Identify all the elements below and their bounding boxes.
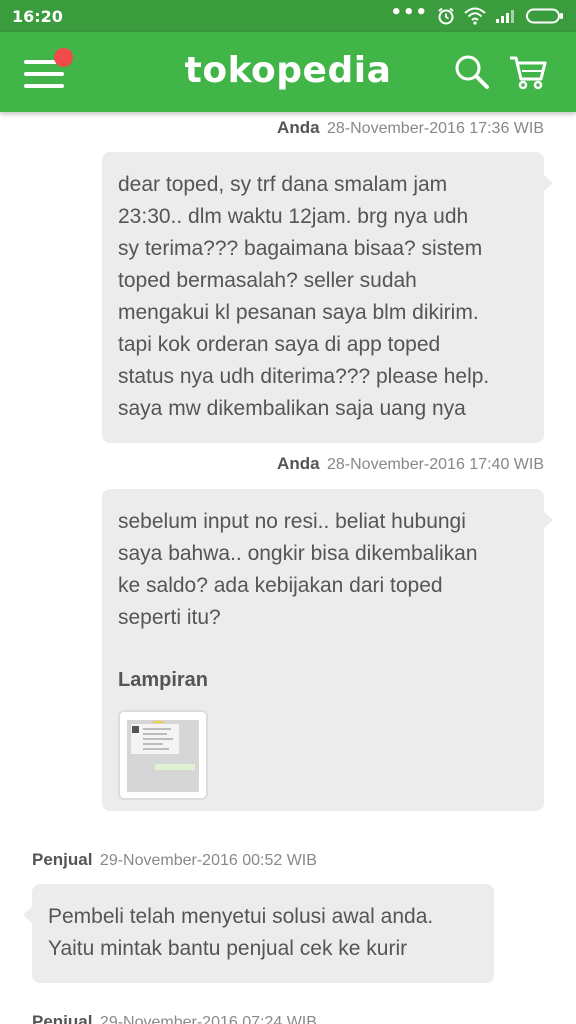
message-line: saya bahwa.. ongkir bisa dikembalikan xyxy=(118,542,478,565)
sender-name: Penjual xyxy=(32,850,93,869)
message-line: sy terima??? bagaimana bisaa? sistem xyxy=(118,237,483,260)
message-meta: Penjual 29-November-2016 07:24 WIB xyxy=(32,1012,317,1024)
message-line: Yaitu mintak bantu penjual cek ke kurir xyxy=(48,937,408,960)
message-line: sebelum input no resi.. beliat hubungi xyxy=(118,510,466,533)
app-bar: tokopedia xyxy=(0,32,576,112)
message-line: seperti itu? xyxy=(118,606,221,629)
message-line: Pembeli telah menyetui solusi awal anda. xyxy=(48,905,434,928)
attachment-preview-image xyxy=(127,720,199,792)
status-bar: 16:20 ••• xyxy=(0,0,576,32)
message-line: saya mw dikembalikan saja uang nya xyxy=(118,397,466,420)
search-button[interactable] xyxy=(452,52,492,92)
message-meta: Penjual 29-November-2016 00:52 WIB xyxy=(32,850,317,870)
message-line: 23:30.. dlm waktu 12jam. brg nya udh xyxy=(118,205,469,228)
message-timestamp: 29-November-2016 07:24 WIB xyxy=(99,1014,317,1024)
attachment-label: Lampiran xyxy=(118,669,209,691)
search-icon xyxy=(455,55,489,89)
battery-icon xyxy=(526,8,563,24)
more-dots-icon: ••• xyxy=(390,2,428,23)
message-timestamp: 28-November-2016 17:40 WIB xyxy=(327,456,544,473)
message-line: toped bermasalah? seller sudah xyxy=(118,269,417,292)
alarm-icon xyxy=(438,7,454,25)
attachment-thumbnail[interactable] xyxy=(118,710,208,800)
cart-icon xyxy=(510,56,547,90)
message-line: ke saldo? ada kebijakan dari toped xyxy=(118,574,443,597)
signal-icon xyxy=(496,10,514,23)
status-icons: ••• xyxy=(390,2,564,25)
message-line: dear toped, sy trf dana smalam jam xyxy=(118,173,448,196)
message-line: mengakui kl pesanan saya blm dikirim. xyxy=(118,301,479,324)
message-bubble: Pembeli telah menyetui solusi awal anda.… xyxy=(23,884,494,983)
wifi-icon xyxy=(464,7,486,25)
message-line: status nya udh diterima??? please help. xyxy=(118,365,490,388)
message-bubble: dear toped, sy trf dana smalam jam 23:30… xyxy=(102,152,553,443)
sender-name: Anda xyxy=(277,118,320,137)
sender-name: Penjual xyxy=(32,1012,93,1024)
message-bubble: sebelum input no resi.. beliat hubungi s… xyxy=(102,489,553,811)
sender-name: Anda xyxy=(277,454,320,473)
message-timestamp: 29-November-2016 00:52 WIB xyxy=(99,852,317,869)
cart-button[interactable] xyxy=(508,52,548,92)
message-meta: Anda 28-November-2016 17:40 WIB xyxy=(277,454,544,474)
message-timestamp: 28-November-2016 17:36 WIB xyxy=(327,120,544,137)
status-time: 16:20 xyxy=(12,6,63,26)
message-line: tapi kok orderan saya di app toped xyxy=(118,333,441,356)
conversation-list[interactable]: Anda 28-November-2016 17:36 WIB dear top… xyxy=(0,112,576,1024)
message-meta: Anda 28-November-2016 17:36 WIB xyxy=(277,118,544,138)
